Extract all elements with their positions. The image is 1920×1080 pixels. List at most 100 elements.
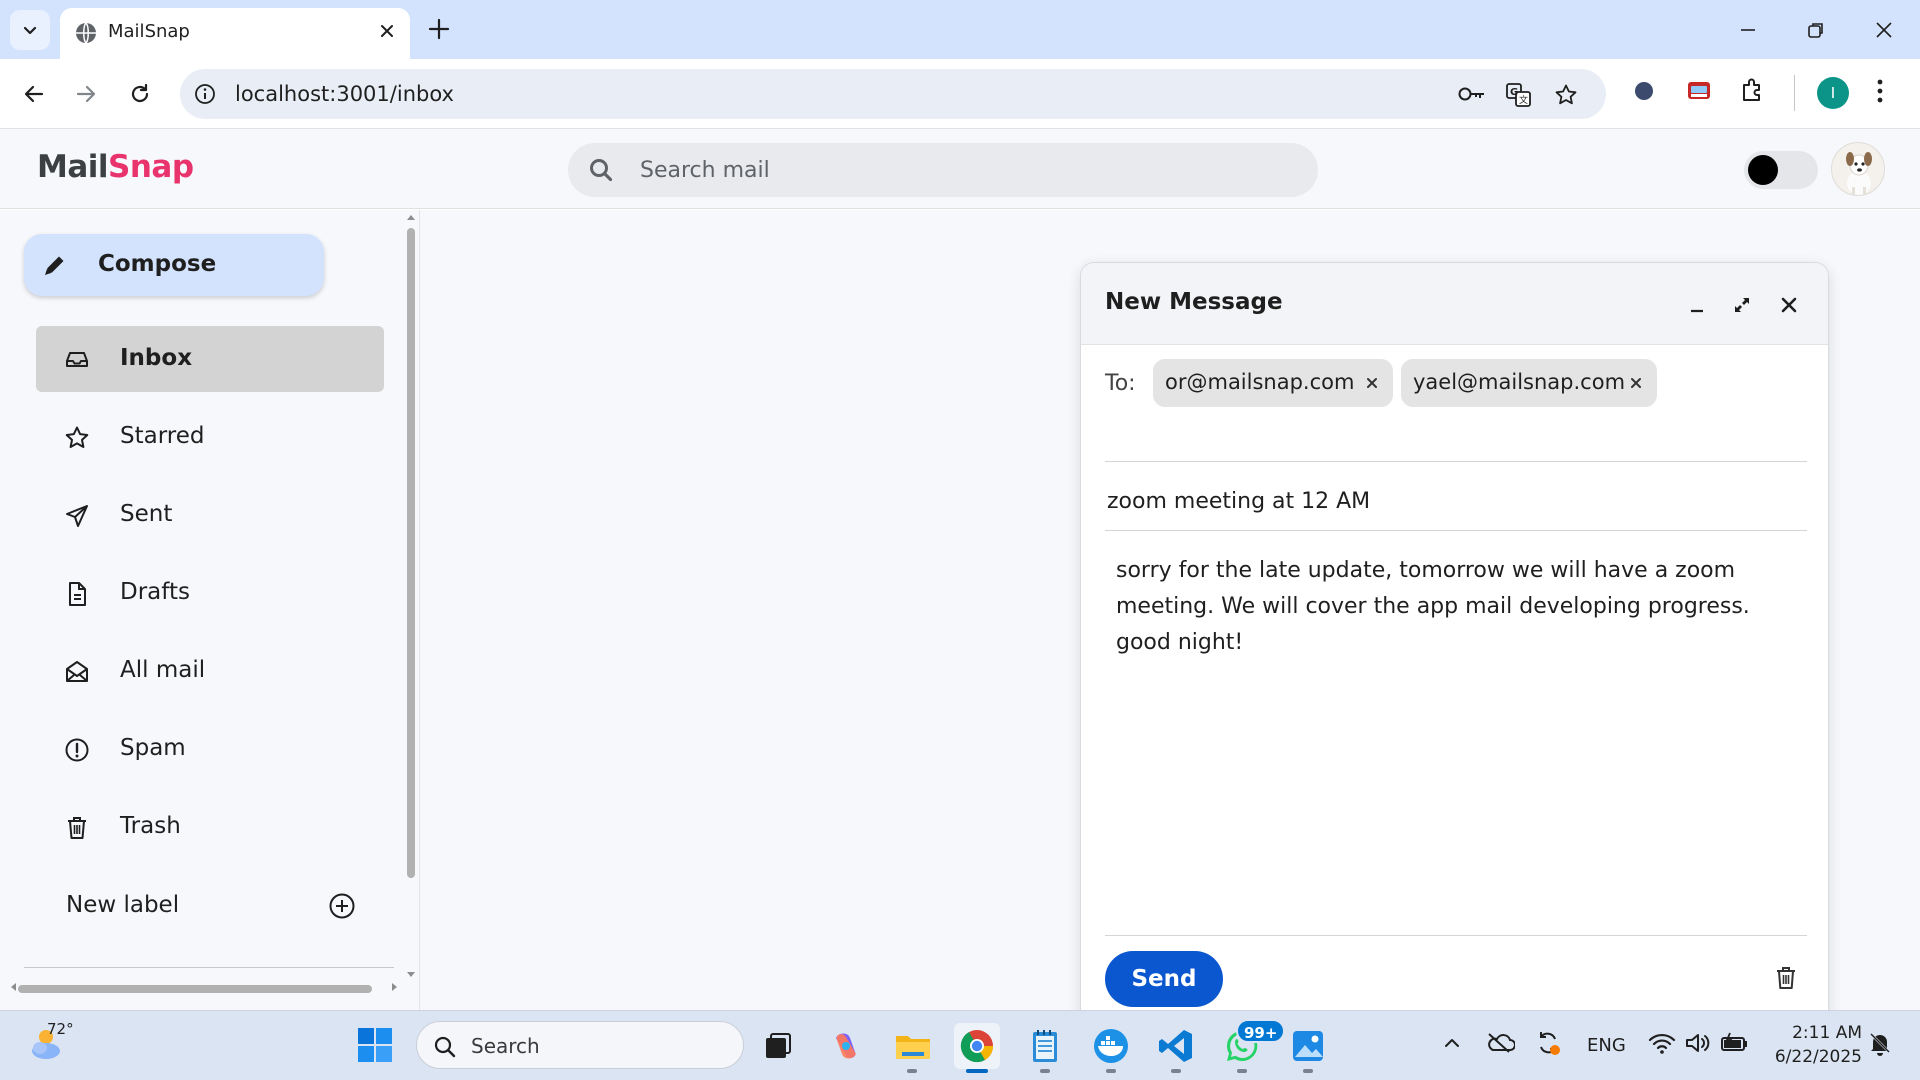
task-view-icon[interactable] [755,1023,801,1069]
more-menu-icon[interactable] [1876,77,1884,105]
extension-dot-icon[interactable] [1634,81,1654,101]
compose-window-header: New Message [1081,263,1828,345]
translate-icon[interactable]: G文 [1506,83,1532,107]
search-input[interactable] [640,155,1280,185]
file-explorer-icon[interactable] [890,1023,936,1069]
draft-icon [64,581,90,607]
site-info-icon[interactable] [194,83,216,105]
app-logo[interactable]: MailSnap [37,149,194,185]
recipient-chip[interactable]: yael@mailsnap.com [1401,359,1657,407]
tab-search-button[interactable] [10,10,50,50]
trash-icon [1777,967,1795,989]
sidebar-item-label: Spam [120,735,186,761]
address-bar[interactable]: localhost:3001/inbox G文 [180,69,1606,119]
recipient-email: or@mailsnap.com [1165,370,1355,394]
browser-tab-bar: MailSnap [0,0,1920,59]
to-field-underline [1105,461,1807,462]
user-avatar[interactable] [1831,142,1885,196]
close-icon [1781,297,1797,313]
expand-compose-button[interactable] [1727,290,1757,320]
profile-avatar[interactable]: I [1817,77,1849,109]
vscode-icon[interactable] [1153,1023,1199,1069]
app-running-indicator [1106,1069,1116,1073]
whatsapp-badge: 99+ [1236,1019,1286,1043]
app-header: MailSnap [0,129,1920,209]
svg-text:文: 文 [1519,94,1528,106]
sidebar-item-sent[interactable]: Sent [36,482,384,548]
forward-arrow-icon [76,85,96,103]
taskbar-search[interactable]: Search [416,1021,744,1069]
notepad-icon[interactable] [1022,1023,1068,1069]
os-taskbar: 72° Search 99+ ENG 2:11 AM 6/22/2025 [0,1010,1920,1080]
sync-icon[interactable] [1534,1029,1562,1057]
minimize-window-button[interactable] [1728,14,1768,46]
sidebar-item-label: Trash [120,813,181,839]
app-running-indicator [907,1069,917,1073]
clock-time: 2:11 AM [1792,1023,1862,1043]
app-body: Compose Inbox Starred Sent Drafts All ma… [0,210,1920,1022]
onedrive-icon[interactable] [1485,1031,1515,1055]
sidebar-scroll-thumb[interactable] [407,228,415,878]
extension-app-icon[interactable] [1686,79,1712,103]
close-window-button[interactable] [1864,14,1904,46]
sidebar-item-inbox[interactable]: Inbox [36,326,384,392]
recipient-chip[interactable]: or@mailsnap.com [1153,359,1393,407]
browser-tab[interactable]: MailSnap [60,8,410,59]
language-indicator[interactable]: ENG [1587,1035,1626,1056]
windows-logo-icon [358,1028,392,1062]
system-clock[interactable]: 2:11 AM 6/22/2025 [1762,1021,1862,1069]
wifi-icon[interactable] [1648,1031,1676,1055]
message-body-line: sorry for the late update, tomorrow we w… [1116,558,1736,583]
volume-icon[interactable] [1684,1031,1712,1055]
start-button[interactable] [357,1027,393,1063]
restore-window-button[interactable] [1796,14,1836,46]
taskbar-search-label: Search [471,1034,540,1058]
notification-bell-icon[interactable] [1868,1031,1892,1057]
globe-icon [74,21,98,45]
sidebar: Compose Inbox Starred Sent Drafts All ma… [0,210,420,1010]
sidebar-item-drafts[interactable]: Drafts [36,560,384,626]
sidebar-hscroll-thumb[interactable] [18,985,372,993]
new-tab-button[interactable] [424,14,454,44]
password-key-icon[interactable] [1458,83,1486,105]
url-text: localhost:3001/inbox [235,82,454,106]
message-body[interactable]: sorry for the late update, tomorrow we w… [1116,553,1756,661]
send-button[interactable]: Send [1105,951,1223,1007]
tab-close-icon[interactable] [376,20,398,42]
show-hidden-icons-chevron[interactable] [1442,1033,1462,1053]
remove-recipient-icon[interactable] [1365,376,1379,390]
photos-icon[interactable] [1285,1023,1331,1069]
bookmark-star-icon[interactable] [1554,83,1578,107]
sidebar-item-starred[interactable]: Starred [36,404,384,470]
body-divider [1105,935,1807,936]
restore-icon [1808,23,1823,38]
sidebar-item-spam[interactable]: Spam [36,716,384,782]
add-label-button[interactable] [328,892,356,920]
docker-icon[interactable] [1088,1023,1134,1069]
minimize-compose-button[interactable] [1682,290,1712,320]
plus-icon [428,18,450,40]
tab-title: MailSnap [108,21,190,42]
spam-icon [64,737,90,763]
discard-draft-button[interactable] [1774,965,1798,991]
copilot-icon[interactable] [823,1023,869,1069]
close-compose-button[interactable] [1774,290,1804,320]
chrome-taskbar-icon[interactable] [954,1023,1000,1069]
compose-button[interactable]: Compose [24,234,324,296]
forward-button[interactable] [66,74,106,114]
theme-toggle[interactable] [1744,151,1818,189]
remove-recipient-icon[interactable] [1629,376,1643,390]
star-icon [64,425,90,451]
reload-button[interactable] [120,74,160,114]
pencil-icon [42,252,68,278]
search-icon[interactable] [588,157,614,183]
trash-icon [64,815,90,841]
back-button[interactable] [14,74,54,114]
sidebar-item-all-mail[interactable]: All mail [36,638,384,704]
all-mail-icon [64,659,90,685]
sidebar-item-trash[interactable]: Trash [36,794,384,860]
subject-field[interactable]: zoom meeting at 12 AM [1107,489,1370,514]
battery-icon[interactable] [1720,1031,1750,1055]
extensions-puzzle-icon[interactable] [1740,77,1766,103]
compose-window: New Message To: or@mailsnap.com yael@mai… [1080,262,1829,1022]
